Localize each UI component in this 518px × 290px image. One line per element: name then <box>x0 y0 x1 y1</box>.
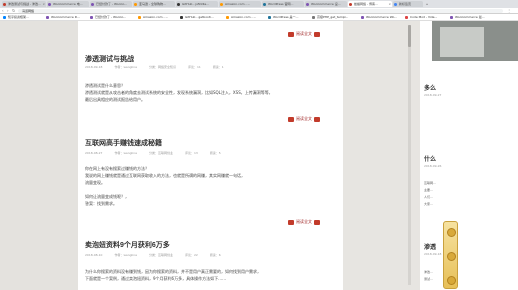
post-excerpt-line: 流量变现。 <box>85 180 105 185</box>
bookmark-favicon-icon <box>138 16 141 19</box>
sidebar-post-meta: 2018-09-18 <box>424 252 442 256</box>
sidebar-thumbnail[interactable] <box>432 21 518 61</box>
read-more-link[interactable]: 阅读全文 <box>288 31 320 37</box>
sidebar-excerpt-line: 测试... <box>424 277 433 281</box>
sidebar-post-meta: 2018-09-26 <box>424 164 442 168</box>
bookmark-item[interactable]: WooCommerce D... <box>46 15 80 20</box>
post-excerpt-line: 答案：找到需求。 <box>85 201 117 206</box>
browser-tab[interactable]: WordPress 官网... <box>262 1 304 7</box>
widget-knob-icon <box>447 276 456 285</box>
seal-icon <box>314 219 320 225</box>
browser-tab[interactable]: 渗透测试与挑战 - 渗透... × <box>2 1 46 7</box>
bookmark-item[interactable]: WooCommerce Wo... <box>361 15 397 20</box>
post-excerpt-line: 下面就是一个案例，通过卖泡妞资料，9个月获利6万多，具体操作方法如下…… <box>85 276 227 281</box>
bookmark-item[interactable]: 已经付款了 - WooCo... <box>90 15 126 20</box>
post-excerpt-line: 渗透测试就是从攻击者的角度去测试系统的安全性，发现系统漏洞，比如SQL注入，XS… <box>85 90 273 95</box>
browser-tab[interactable]: 已经付款了 - WooCo... <box>90 1 132 7</box>
bookmark-item[interactable]: Code Mod - Vide... <box>405 15 437 20</box>
tab-favicon-icon <box>394 2 397 6</box>
floating-music-widget[interactable] <box>443 221 458 289</box>
read-more-link[interactable]: 阅读全文 <box>288 219 320 225</box>
post-excerpt-line: 我说的网上赚钱就是通过互联网获取收入的方法，也就是所谓的网赚，其实网赚就一句话， <box>85 173 245 178</box>
bookmark-item[interactable]: WooCommerce 最... <box>450 15 485 20</box>
tab-favicon-icon <box>306 2 309 6</box>
seal-icon <box>314 116 320 122</box>
close-tab-icon[interactable]: × <box>388 1 391 7</box>
post-meta: 2018-09-18 作者：wanglina 分类：网络安全知识 评论：11 阅读：1 <box>85 65 224 69</box>
post-list: 阅读全文 渗透测试与挑战 2018-09-18 作者：wanglina 分类：网络安… <box>78 21 343 290</box>
bookmark-item[interactable]: Amazon.com - ... <box>226 15 256 20</box>
bookmark-item[interactable]: 知乎投资框架... <box>3 15 29 20</box>
bookmark-favicon-icon <box>3 16 6 19</box>
sidebar-post-title[interactable]: 什么 <box>424 154 436 163</box>
post-excerpt-line: 你在网上有没有搜索过赚钱的方法？ <box>85 166 149 171</box>
post-excerpt-line: 最后出具相应的测试报告给用户。 <box>85 97 145 102</box>
tab-favicon-icon <box>177 2 180 6</box>
bookmark-item[interactable]: Amazon.com - ... <box>138 15 168 20</box>
scrollbar-thumb[interactable] <box>408 25 411 47</box>
tab-favicon-icon <box>263 2 266 6</box>
new-tab-button[interactable]: + <box>424 1 430 7</box>
browser-tab[interactable]: WooCommerce 设... <box>305 1 347 7</box>
browser-tab[interactable]: 新标签页 <box>393 1 423 7</box>
bookmark-favicon-icon <box>405 16 408 19</box>
read-more-link[interactable]: 阅读全文 <box>288 116 320 122</box>
bookmarks-bar: 知乎投资框架... WooCommerce D... 已经付款了 - WooCo… <box>0 14 518 21</box>
sidebar-excerpt-line: 人们... <box>424 195 433 199</box>
bookmark-favicon-icon <box>312 16 315 19</box>
bookmark-favicon-icon <box>46 16 49 19</box>
bookmark-favicon-icon <box>268 16 271 19</box>
page-viewport: 阅读全文 渗透测试与挑战 2018-09-18 作者：wanglina 分类：网络安… <box>0 21 518 290</box>
bookmark-favicon-icon <box>361 16 364 19</box>
address-bar[interactable]: 冯道网络 <box>18 9 503 13</box>
seal-icon <box>288 116 294 122</box>
post-excerpt-line: 如何让流量变成钱呢？， <box>85 194 129 199</box>
seal-icon <box>288 31 294 37</box>
tab-favicon-icon <box>134 2 137 6</box>
sidebar-excerpt-line: 主要... <box>424 188 433 192</box>
post-title[interactable]: 卖泡妞资料9个月获利6万多 <box>85 240 170 250</box>
tab-favicon-icon <box>91 2 94 6</box>
scrollbar[interactable] <box>408 25 411 285</box>
sidebar-excerpt-line: 渗透... <box>424 270 433 274</box>
post-excerpt-line: 渗透测试是什么意思？ <box>85 83 125 88</box>
page-gutter <box>343 21 420 290</box>
bookmark-item[interactable]: WordPress 是一... <box>268 15 298 20</box>
close-tab-icon[interactable]: × <box>42 1 45 7</box>
post-title[interactable]: 渗透测试与挑战 <box>85 54 134 64</box>
browser-tab[interactable]: GitHub - jsfiddle... <box>176 1 218 7</box>
post-title[interactable]: 互联网高手赚钱速成秘籍 <box>85 138 162 148</box>
tab-favicon-icon <box>349 2 352 6</box>
post-meta: 2018-08-10 作者：wanglina 分类：互联网创业 评论：22 阅读：6 <box>85 253 221 257</box>
browser-tab[interactable]: WooCommerce 电... <box>47 1 89 7</box>
sidebar-post-meta: 2018-09-27 <box>424 93 442 97</box>
tab-favicon-icon <box>48 2 51 6</box>
browser-tab[interactable]: 亚马逊 - 全球购物... <box>133 1 175 7</box>
widget-knob-icon <box>447 228 456 237</box>
tab-favicon-icon <box>3 2 6 6</box>
bookmark-favicon-icon <box>450 16 453 19</box>
tab-favicon-icon <box>220 2 223 6</box>
tab-strip: 渗透测试与挑战 - 渗透... × WooCommerce 电... 已经付款了 … <box>0 0 518 8</box>
browser-tab-active[interactable]: 蛤蟆网络 - 博客... × <box>348 1 392 7</box>
sidebar-post-title[interactable]: 渗透 <box>424 242 436 251</box>
bookmark-favicon-icon <box>180 16 183 19</box>
widget-knob-icon <box>447 252 456 261</box>
sidebar-excerpt-line: 大家... <box>424 202 433 206</box>
bookmark-item[interactable]: GitHub - getbooti... <box>180 15 214 20</box>
seal-icon <box>314 31 320 37</box>
bookmark-favicon-icon <box>90 16 93 19</box>
sidebar: 多么 2018-09-27 什么 2018-09-26 互联网... 主要...… <box>420 21 518 290</box>
seal-icon <box>288 219 294 225</box>
sidebar-post-title[interactable]: 多么 <box>424 83 436 92</box>
sidebar-excerpt-line: 互联网... <box>424 181 436 185</box>
post-meta: 2018-08-27 作者：wanglina 分类：互联网创业 评论：13 阅读：5 <box>85 151 221 155</box>
bookmark-favicon-icon <box>226 16 229 19</box>
browser-tab[interactable]: Amazon.com - ... <box>219 1 261 7</box>
post-excerpt-line: 为什么你搜索的资料没有赚到钱，因为你搜索的资料，并不是用户真正需要的，如何找到用… <box>85 269 261 274</box>
bookmark-item[interactable]: 高级PHP_get_templ... <box>312 15 348 20</box>
